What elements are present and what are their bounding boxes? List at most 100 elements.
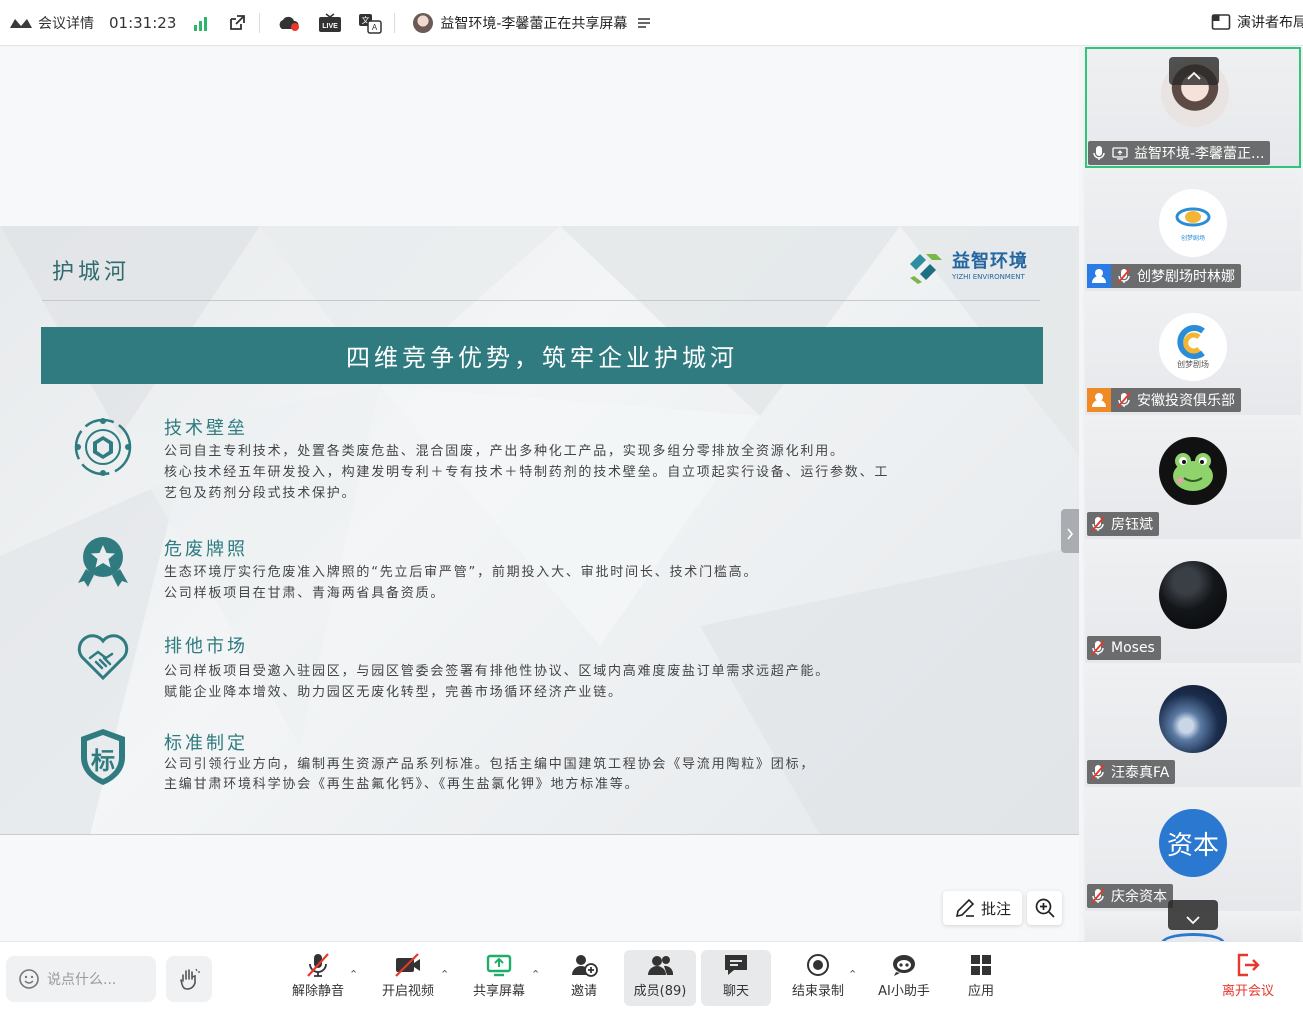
avatar-text: 资本 (1166, 830, 1219, 861)
apps-grid-icon (968, 950, 994, 980)
section-heading: 排他市场 (164, 636, 248, 657)
slide-bottom-border (0, 834, 1079, 835)
shared-screen-area: 护城河 益智环境 YIZHI ENVIRONMENT 四维竞争优势，筑牢企业护城… (0, 47, 1079, 941)
share-screen-button[interactable]: 共享屏幕 (467, 950, 531, 1006)
section-line: 公司引领行业方向，编制再生资源产品系列标准。包括主编中国建筑工程协会《导流用陶粒… (164, 757, 816, 772)
section-line: 公司自主专利技术，处置各类废危盐、混合固废，产出多种化工产品，实现多组分零排放全… (164, 444, 845, 459)
share-screen-icon (485, 950, 513, 980)
participant-tile[interactable]: 创梦剧场 安徽投资俱乐部 (1085, 295, 1301, 415)
cloud-recording-icon[interactable] (276, 13, 302, 33)
translation-icon[interactable]: 文A (358, 12, 383, 34)
section-line: 赋能企业降本增效、助力园区无废化转型，完善市场循环经济产业链。 (164, 685, 623, 700)
unmute-options-caret[interactable]: ⌃ (349, 968, 358, 981)
emoji-icon[interactable] (18, 968, 40, 990)
section-heading: 技术壁垒 (164, 418, 248, 439)
chat-button[interactable]: 聊天 (701, 950, 771, 1006)
members-button[interactable]: 成员(89) (624, 950, 696, 1006)
slide-background-pattern (0, 226, 1079, 835)
participant-panel: 益智环境-李馨蕾正... 创梦剧场 创梦剧场时林娜 创梦剧场 安徽投资俱乐部 房… (1083, 47, 1303, 941)
meeting-details-button[interactable]: 会议详情 (8, 13, 94, 33)
video-options-caret[interactable]: ⌃ (440, 968, 449, 981)
annotate-button[interactable]: 批注 (943, 891, 1022, 925)
microphone-icon (1092, 145, 1106, 161)
chat-quick-input[interactable]: 说点什么... (6, 956, 156, 1002)
participant-tile[interactable]: 房钰斌 (1085, 419, 1301, 539)
license-award-icon (76, 535, 130, 591)
avatar (1159, 561, 1227, 629)
ai-assistant-button[interactable]: AI小助手 (874, 950, 934, 1006)
list-menu-icon[interactable] (637, 16, 651, 30)
unmute-button[interactable]: 解除静音 (286, 950, 350, 1006)
chuangmeng-logo-icon (1175, 207, 1211, 226)
divider (259, 12, 261, 33)
participant-tile[interactable]: 创梦剧场 创梦剧场时林娜 (1085, 171, 1301, 291)
participant-tile[interactable]: 汪泰真FA (1085, 667, 1301, 787)
end-recording-button[interactable]: 结束录制 (788, 950, 848, 1006)
open-external-icon[interactable] (227, 13, 247, 33)
avatar: 创梦剧场 (1159, 189, 1227, 257)
avatar: 创梦剧场 (1159, 313, 1227, 381)
chevron-up-icon (1187, 66, 1201, 80)
avatar-caption: 创梦剧场 (1180, 234, 1205, 242)
share-options-caret[interactable]: ⌃ (531, 968, 540, 981)
raise-hand-icon (177, 967, 201, 991)
participant-name: 益智环境-李馨蕾正... (1134, 146, 1265, 162)
participant-tile[interactable]: 资本 庆余资本 (1085, 791, 1301, 911)
video-off-icon (394, 950, 422, 980)
participant-namebar: 庆余资本 (1087, 884, 1173, 908)
participant-namebar: 汪泰真FA (1087, 760, 1176, 784)
company-logo: 益智环境 YIZHI ENVIRONMENT (906, 248, 1028, 286)
participant-tile[interactable]: Moses (1085, 543, 1301, 663)
unmute-label: 解除静音 (291, 984, 344, 999)
recording-options-caret[interactable]: ⌃ (848, 968, 857, 981)
ai-assistant-label: AI小助手 (878, 984, 930, 999)
section-line: 艺包及药剂分段式技术保护。 (164, 486, 357, 501)
mic-muted-icon (1091, 516, 1105, 532)
cohost-user-icon (1087, 388, 1111, 412)
signal-strength-icon (192, 15, 210, 31)
start-video-label: 开启视频 (381, 984, 434, 999)
presenter-layout-button[interactable]: 演讲者布局 (1211, 12, 1303, 32)
collapse-up-button[interactable] (1169, 57, 1219, 85)
invite-label: 邀请 (570, 984, 597, 999)
ai-robot-icon (890, 950, 918, 980)
mic-muted-icon (1091, 764, 1105, 780)
start-video-button[interactable]: 开启视频 (376, 950, 440, 1006)
company-logo-mark-icon (906, 248, 946, 286)
participant-name: Moses (1111, 640, 1155, 656)
participant-name: 安徽投资俱乐部 (1137, 393, 1235, 409)
avatar-caption: 创梦剧场 (1177, 359, 1209, 369)
company-logo-subtitle: YIZHI ENVIRONMENT (952, 273, 1025, 281)
chevron-down-icon (1186, 910, 1200, 925)
tencent-meeting-logo-icon (8, 16, 34, 30)
participant-tile[interactable]: 益智环境-李馨蕾正... (1085, 47, 1301, 168)
members-icon (645, 950, 675, 980)
invite-button[interactable]: 邀请 (560, 950, 608, 1006)
participant-namebar: 房钰斌 (1087, 512, 1159, 536)
presenter-layout-label: 演讲者布局 (1237, 15, 1303, 31)
bottom-toolbar: 说点什么... 解除静音 ⌃ 开启视频 ⌃ 共享屏幕 ⌃ 邀请 成员(89) 聊… (0, 941, 1303, 1013)
live-icon[interactable]: LIVE (318, 12, 342, 33)
section-heading: 危废牌照 (164, 539, 248, 560)
presenter-avatar (413, 12, 434, 33)
collapse-panel-handle[interactable] (1061, 509, 1079, 553)
raise-hand-button[interactable] (166, 956, 212, 1002)
zoom-button[interactable] (1027, 891, 1062, 925)
divider (394, 12, 396, 33)
presentation-slide: 护城河 益智环境 YIZHI ENVIRONMENT 四维竞争优势，筑牢企业护城… (0, 226, 1079, 835)
section-line: 公司样板项目在甘肃、青海两省具备资质。 (164, 586, 446, 601)
apps-button[interactable]: 应用 (958, 950, 1004, 1006)
handshake-heart-icon (76, 632, 130, 682)
pen-icon (954, 897, 976, 919)
chat-input-placeholder: 说点什么... (47, 972, 117, 988)
leave-meeting-button[interactable]: 离开会议 (1214, 950, 1282, 1006)
section-line: 主编甘肃环境科学协会《再生盐氟化钙》、《再生盐氯化钾》地方标准等。 (164, 777, 640, 792)
slide-banner: 四维竞争优势，筑牢企业护城河 (41, 327, 1043, 384)
section-line: 生态环境厅实行危废准入牌照的“先立后审严管”，前期投入大、审批时间长、技术门槛高… (164, 565, 759, 580)
scroll-down-button[interactable] (1168, 900, 1218, 930)
share-status-label: 益智环境-李馨蕾正在共享屏幕 (440, 15, 628, 32)
participant-namebar: 创梦剧场时林娜 (1087, 264, 1241, 288)
participant-name: 创梦剧场时林娜 (1137, 269, 1235, 285)
members-label: 成员(89) (633, 984, 687, 999)
mic-muted-icon (1117, 392, 1131, 408)
